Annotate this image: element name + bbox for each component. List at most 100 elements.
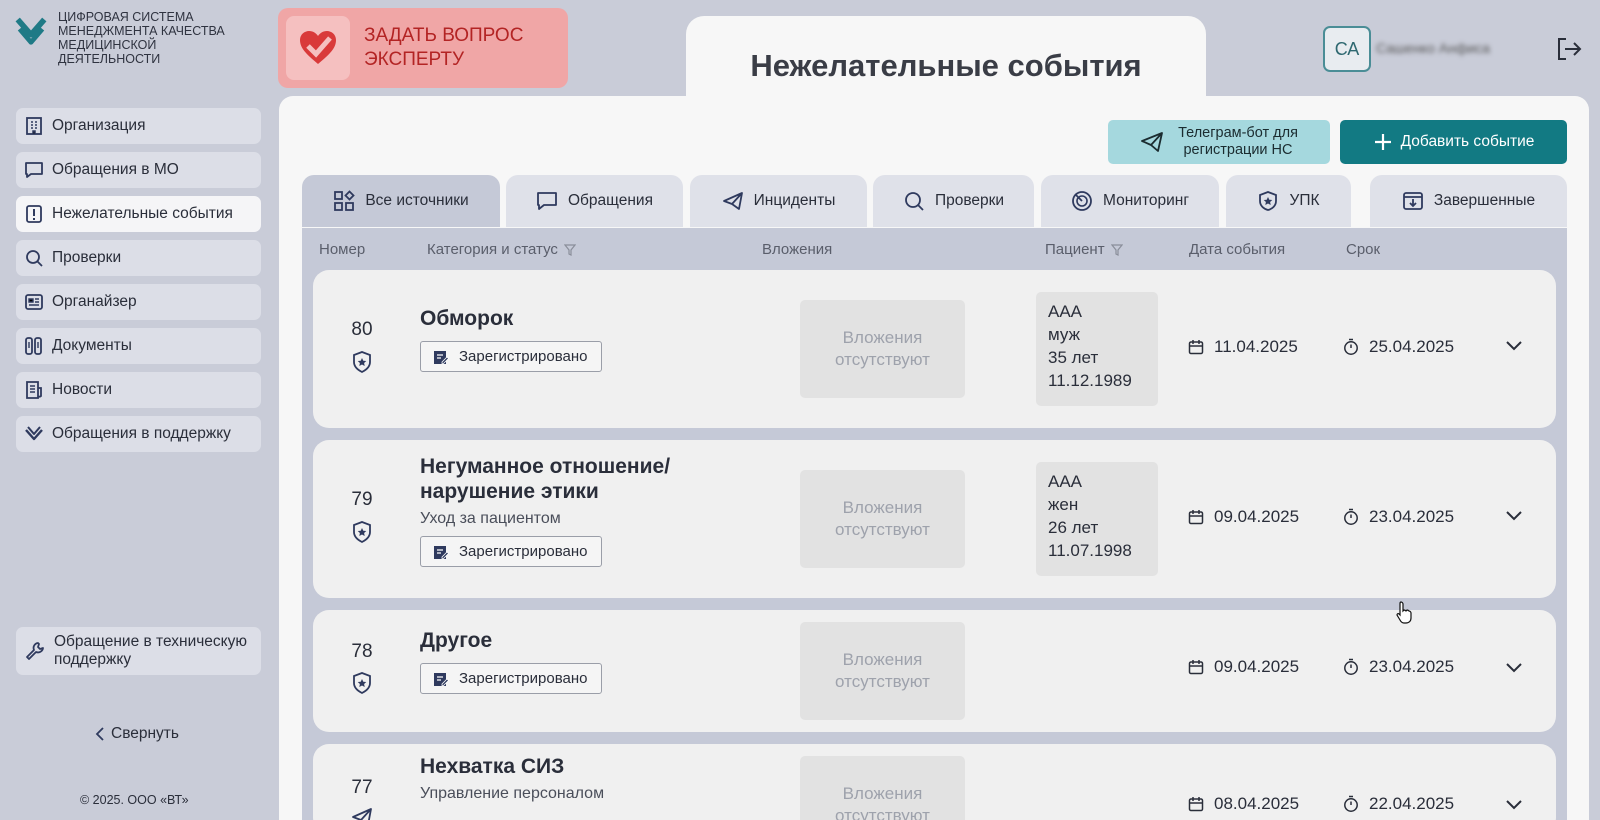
filter-icon[interactable]	[1110, 243, 1123, 256]
sidebar-item-organization[interactable]: Организация	[16, 108, 261, 144]
logo-text: ЦИФРОВАЯ СИСТЕМА МЕНЕДЖМЕНТА КАЧЕСТВА МЕДИ…	[58, 10, 225, 66]
deadline-cell: 22.04.2025	[1343, 794, 1454, 814]
column-header-number[interactable]: Номер	[319, 241, 365, 258]
organizer-icon	[25, 294, 43, 310]
tech-support-label: Обращение в техническую поддержку	[54, 633, 248, 668]
sidebar-item-documents[interactable]: Документы	[16, 328, 261, 364]
sidebar-item-adverse-events[interactable]: Нежелательные события	[16, 196, 261, 232]
logo-heart-check-icon	[15, 17, 47, 45]
upk-shield-icon	[353, 672, 371, 695]
status-badge[interactable]: Зарегистрировано	[420, 536, 603, 567]
patient-cell: ААА муж 35 лет 11.12.1989	[1036, 292, 1158, 406]
chat-icon	[25, 162, 43, 178]
column-header-attachments: Вложения	[762, 241, 833, 258]
deadline-cell: 23.04.2025	[1343, 657, 1454, 677]
attachments-cell: Вложения отсутствуют	[800, 300, 965, 398]
tab-incidents[interactable]: Инциденты	[690, 175, 867, 227]
documents-icon	[25, 337, 42, 355]
table-row[interactable]: 77 Нехватка СИЗ Управление персоналом Вл…	[313, 744, 1556, 820]
collapse-sidebar-button[interactable]: Свернуть	[95, 725, 179, 743]
category-cell: Обморок Зарегистрировано	[420, 306, 760, 372]
category-subtitle: Уход за пациентом	[420, 510, 561, 527]
sidebar-item-label: Документы	[52, 337, 132, 354]
chevron-down-icon[interactable]	[1505, 662, 1523, 674]
search-icon	[26, 250, 43, 267]
calendar-icon	[1188, 510, 1204, 525]
tab-appeals[interactable]: Обращения	[506, 175, 683, 227]
telegram-bot-button[interactable]: Телеграм-бот для регистрации НС	[1108, 120, 1330, 164]
news-icon	[26, 381, 42, 399]
chevron-down-icon[interactable]	[1505, 510, 1523, 522]
sidebar-item-organizer[interactable]: Органайзер	[16, 284, 261, 320]
patient-cell: ААА жен 26 лет 11.07.1998	[1036, 462, 1158, 576]
category-title: Негуманное отношение/нарушение этики	[420, 455, 671, 503]
stopwatch-icon	[1344, 508, 1358, 525]
search-icon	[905, 192, 924, 211]
hand-cursor-icon	[1396, 601, 1412, 624]
attachments-cell: Вложения отсутствуют	[800, 756, 965, 820]
row-number: 80	[351, 319, 373, 340]
telegram-bot-label: Телеграм-бот для регистрации НС	[1178, 125, 1298, 158]
chat-icon	[537, 192, 557, 210]
collapse-label: Свернуть	[111, 725, 179, 742]
tab-label: Мониторинг	[1103, 192, 1189, 209]
telegram-icon	[352, 808, 372, 820]
row-number: 78	[351, 641, 373, 662]
tab-upk[interactable]: УПК	[1226, 175, 1351, 227]
category-title: Другое	[420, 629, 493, 652]
category-cell: Нехватка СИЗ Управление персоналом	[420, 754, 760, 803]
upk-shield-icon	[353, 521, 371, 544]
row-number: 79	[351, 489, 373, 510]
telegram-icon	[722, 192, 743, 210]
event-date-cell: 11.04.2025	[1188, 337, 1298, 357]
sidebar-item-news[interactable]: Новости	[16, 372, 261, 408]
calendar-icon	[1188, 660, 1204, 675]
column-header-deadline[interactable]: Срок	[1346, 241, 1380, 258]
deadline-cell: 23.04.2025	[1343, 507, 1454, 527]
tech-support-button[interactable]: Обращение в техническую поддержку	[16, 627, 261, 675]
tab-completed[interactable]: Завершенные	[1370, 175, 1567, 227]
app-logo[interactable]: ЦИФРОВАЯ СИСТЕМА МЕНЕДЖМЕНТА КАЧЕСТВА МЕДИ…	[12, 10, 248, 66]
stopwatch-icon	[1344, 795, 1358, 812]
tab-label: Инциденты	[753, 192, 836, 209]
sidebar-item-label: Новости	[52, 381, 113, 398]
sidebar-item-inspections[interactable]: Проверки	[16, 240, 261, 276]
status-badge[interactable]: Зарегистрировано	[420, 663, 603, 694]
building-icon	[26, 117, 42, 135]
telegram-icon	[1141, 132, 1163, 152]
stopwatch-icon	[1344, 658, 1358, 675]
column-header-category[interactable]: Категория и статус	[427, 241, 576, 258]
tab-label: Проверки	[934, 192, 1005, 209]
logout-icon[interactable]	[1555, 36, 1583, 67]
tab-inspections[interactable]: Проверки	[873, 175, 1034, 227]
table-row[interactable]: 78 Другое Зарегистрировано Вложения отсут…	[313, 610, 1556, 732]
avatar[interactable]: СА	[1323, 26, 1371, 72]
grid-shapes-icon	[334, 190, 356, 211]
chevron-down-icon[interactable]	[1505, 340, 1523, 352]
sidebar-item-appeals-mo[interactable]: Обращения в МО	[16, 152, 261, 188]
edit-doc-icon	[434, 672, 449, 686]
tab-all-sources[interactable]: Все источники	[302, 175, 500, 227]
event-date-cell: 09.04.2025	[1188, 657, 1299, 677]
status-badge[interactable]: Зарегистрировано	[420, 341, 603, 372]
event-date-cell: 09.04.2025	[1188, 507, 1299, 527]
user-name[interactable]: Сашенко Анфиса	[1376, 40, 1490, 56]
column-header-event-date[interactable]: Дата события	[1189, 241, 1285, 258]
filter-icon[interactable]	[563, 243, 576, 256]
column-header-patient[interactable]: Пациент	[1045, 241, 1123, 258]
tab-monitoring[interactable]: Мониторинг	[1041, 175, 1219, 227]
sidebar-item-label: Обращения в МО	[52, 161, 179, 178]
category-subtitle: Управление персоналом	[420, 785, 605, 802]
sidebar-item-support-appeals[interactable]: Обращения в поддержку	[16, 416, 261, 452]
attachments-cell: Вложения отсутствуют	[800, 622, 965, 720]
add-event-label: Добавить событие	[1400, 133, 1535, 150]
ask-expert-button[interactable]: ЗАДАТЬ ВОПРОС ЭКСПЕРТУ	[278, 8, 568, 88]
category-title: Обморок	[420, 307, 514, 330]
table-row[interactable]: 80 Обморок Зарегистрировано Вложения отсу…	[313, 270, 1556, 428]
add-event-button[interactable]: Добавить событие	[1340, 120, 1567, 164]
chevron-down-icon[interactable]	[1505, 799, 1523, 811]
upk-shield-icon	[353, 351, 371, 374]
calendar-icon	[1188, 340, 1204, 355]
table-row[interactable]: 79 Негуманное отношение/нарушение этики …	[313, 440, 1556, 598]
sidebar-item-label: Обращения в поддержку	[52, 425, 231, 442]
